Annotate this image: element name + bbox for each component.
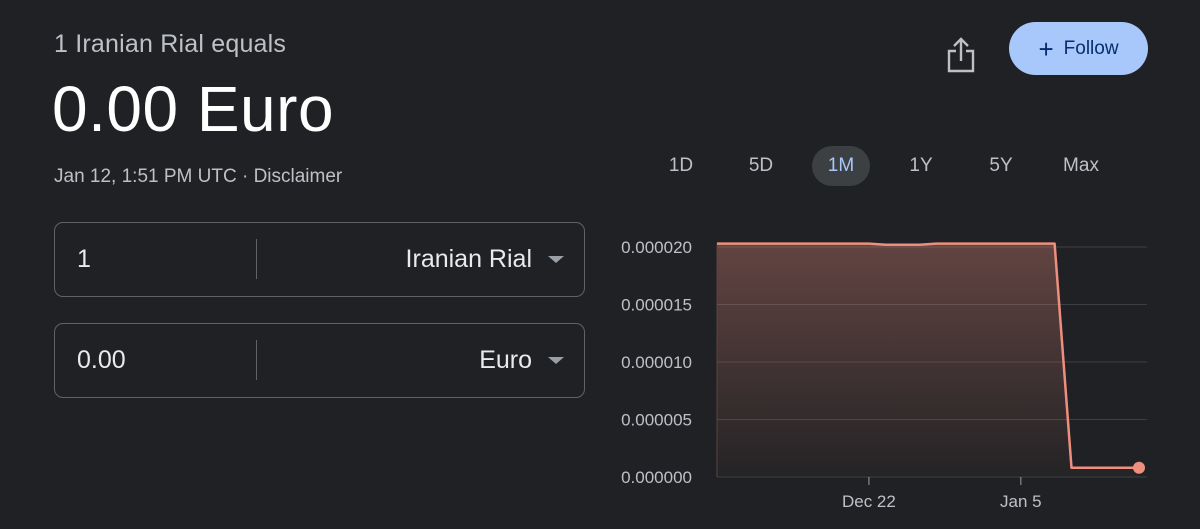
tab-1d[interactable]: 1D [652,146,710,186]
follow-button[interactable]: + Follow [1009,22,1148,75]
currency-converter-page: 1 Iranian Rial equals 0.00 Euro Jan 12, … [0,0,1200,529]
share-icon [946,36,976,79]
tab-1m[interactable]: 1M [812,146,870,186]
y-tick-label: 0.000020 [621,238,692,257]
time-range-tabs: 1D 5D 1M 1Y 5Y Max [640,146,1160,186]
share-button[interactable] [940,34,982,80]
y-tick-label: 0.000000 [621,468,692,487]
tab-5y[interactable]: 5Y [972,146,1030,186]
y-tick-label: 0.000005 [621,411,692,430]
tab-5d[interactable]: 5D [732,146,790,186]
exchange-rate-chart: 0.000020 0.000015 0.000010 0.000005 0.000000… [621,238,1147,511]
plus-icon: + [1038,33,1054,64]
latest-point-marker[interactable] [1133,461,1145,474]
conversion-headline: 1 Iranian Rial equals [54,30,287,58]
from-currency-box: 1 Iranian Rial [54,222,585,297]
chevron-down-icon[interactable] [548,357,564,364]
from-currency-select[interactable]: Iranian Rial [406,223,532,296]
tab-1y[interactable]: 1Y [892,146,950,186]
tab-max[interactable]: Max [1052,146,1110,186]
x-tick-label: Jan 5 [1000,492,1042,511]
series-area [717,243,1139,477]
to-amount-input[interactable]: 0.00 [77,324,126,397]
divider [256,239,257,279]
follow-label: Follow [1063,37,1119,59]
conversion-result: 0.00 Euro [52,73,335,145]
y-tick-label: 0.000010 [621,353,692,372]
timestamp-disclaimer[interactable]: Jan 12, 1:51 PM UTC · Disclaimer [54,166,342,188]
to-currency-select[interactable]: Euro [479,324,532,397]
from-amount-input[interactable]: 1 [77,223,91,296]
chevron-down-icon[interactable] [548,256,564,263]
y-tick-label: 0.000015 [621,296,692,315]
to-currency-box: 0.00 Euro [54,323,585,398]
x-tick-label: Dec 22 [842,492,896,511]
divider [256,340,257,380]
